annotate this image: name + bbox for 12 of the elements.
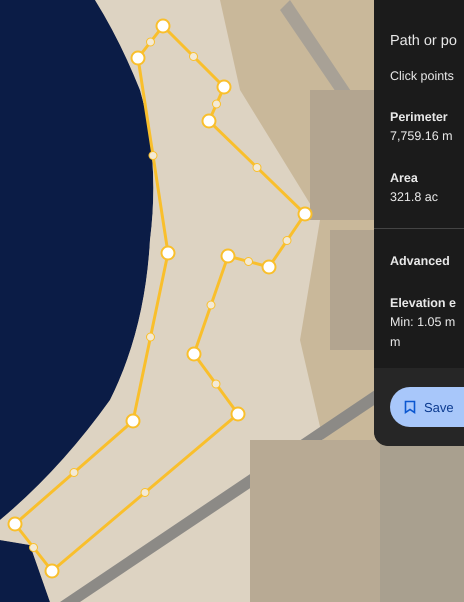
stat-value: Min: 1.05 m [390, 314, 456, 331]
section-heading[interactable]: Advanced [390, 254, 464, 268]
stat-label: Area [390, 170, 419, 187]
stat-value: m [390, 334, 402, 351]
stat-value: 321.8 ac [390, 189, 439, 206]
instruction-text: Click points [390, 68, 455, 84]
bookmark-icon [404, 400, 416, 414]
save-button[interactable]: Save [390, 387, 464, 427]
stat-label: Perimeter [390, 109, 449, 126]
panel-title: Path or po [390, 32, 458, 51]
stat-value: 7,759.16 m [390, 128, 454, 145]
stat-label: Elevation e [390, 295, 457, 312]
